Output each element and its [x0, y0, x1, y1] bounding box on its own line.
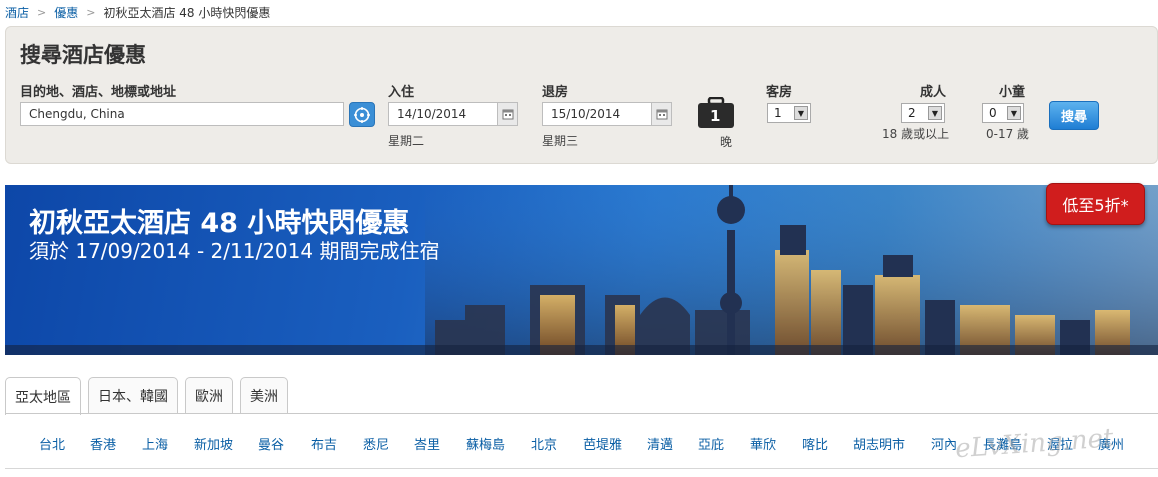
- city-link[interactable]: 喀比: [802, 434, 828, 453]
- tab-japan-korea[interactable]: 日本、韓國: [88, 377, 178, 414]
- children-label: 小童: [999, 85, 1026, 100]
- deal-search-panel: 搜尋酒店優惠 目的地、酒店、地標或地址 Chengdu, China 入住 14…: [5, 26, 1158, 164]
- city-link[interactable]: 台北: [39, 434, 65, 453]
- children-value: 0: [989, 106, 997, 120]
- checkin-label: 入住: [388, 85, 415, 100]
- chevron-down-icon: ▼: [1007, 106, 1021, 120]
- breadcrumb-deals-link[interactable]: 優惠: [54, 4, 78, 21]
- chevron-down-icon: ▼: [928, 106, 942, 120]
- nights-count: 1: [710, 107, 721, 125]
- checkin-weekday: 星期二: [388, 134, 425, 148]
- breadcrumb-separator: >: [37, 5, 47, 19]
- rooms-value: 1: [774, 106, 782, 120]
- search-panel-title: 搜尋酒店優惠: [20, 43, 146, 67]
- children-select[interactable]: 0 ▼: [982, 103, 1024, 123]
- calendar-icon: [656, 109, 667, 120]
- divider: [5, 468, 1158, 469]
- adults-age-note: 18 歲或以上: [882, 127, 950, 141]
- calendar-icon: [502, 109, 513, 120]
- rooms-select[interactable]: 1 ▼: [767, 103, 811, 123]
- nights-label: 晚: [720, 135, 733, 149]
- checkin-date-input[interactable]: 14/10/2014: [388, 102, 498, 126]
- watermark-text: eLvXing.net: [954, 423, 1115, 464]
- breadcrumb: 酒店 > 優惠 > 初秋亞太酒店 48 小時快閃優惠: [5, 3, 270, 21]
- city-link[interactable]: 胡志明市: [853, 434, 905, 453]
- checkout-label: 退房: [542, 85, 569, 100]
- destination-input[interactable]: Chengdu, China: [20, 102, 344, 126]
- rooms-label: 客房: [766, 85, 793, 100]
- discount-badge: 低至5折*: [1046, 183, 1145, 225]
- city-link[interactable]: 峇里: [414, 434, 440, 453]
- city-link[interactable]: 曼谷: [258, 434, 284, 453]
- adults-value: 2: [908, 106, 916, 120]
- promo-banner[interactable]: 初秋亞太酒店 48 小時快閃優惠 須於 17/09/2014 - 2/11/20…: [5, 185, 1158, 355]
- tab-europe[interactable]: 歐洲: [185, 377, 233, 414]
- city-link[interactable]: 香港: [90, 434, 116, 453]
- checkout-date-input[interactable]: 15/10/2014: [542, 102, 652, 126]
- destination-label: 目的地、酒店、地標或地址: [20, 85, 177, 100]
- city-link[interactable]: 亞庇: [698, 434, 724, 453]
- chevron-down-icon: ▼: [794, 106, 808, 120]
- city-link[interactable]: 上海: [142, 434, 168, 453]
- city-link[interactable]: 華欣: [750, 434, 776, 453]
- checkout-calendar-button[interactable]: [652, 102, 672, 126]
- breadcrumb-current: 初秋亞太酒店 48 小時快閃優惠: [103, 5, 271, 20]
- watermark: eLvXing.net: [954, 423, 1115, 464]
- city-link[interactable]: 蘇梅島: [466, 434, 505, 453]
- city-link[interactable]: 新加坡: [194, 434, 233, 453]
- city-link[interactable]: 北京: [531, 434, 557, 453]
- tab-americas[interactable]: 美洲: [240, 377, 288, 414]
- breadcrumb-separator: >: [86, 5, 96, 19]
- checkout-weekday: 星期三: [542, 134, 579, 148]
- city-link[interactable]: 悉尼: [363, 434, 389, 453]
- adults-label: 成人: [920, 85, 947, 100]
- compass-icon: [354, 106, 370, 123]
- region-tabs: 亞太地區 日本、韓國 歐洲 美洲: [5, 377, 288, 415]
- city-link[interactable]: 清邁: [647, 434, 673, 453]
- search-button[interactable]: 搜尋: [1049, 101, 1099, 130]
- breadcrumb-hotels-link[interactable]: 酒店: [5, 4, 29, 21]
- adults-select[interactable]: 2 ▼: [901, 103, 945, 123]
- city-link[interactable]: 布吉: [311, 434, 337, 453]
- locate-button[interactable]: [349, 102, 375, 127]
- city-link[interactable]: 芭堤雅: [583, 434, 622, 453]
- children-age-note: 0-17 歲: [986, 127, 1030, 141]
- checkin-calendar-button[interactable]: [498, 102, 518, 126]
- banner-subtitle: 須於 17/09/2014 - 2/11/2014 期間完成住宿: [29, 239, 440, 263]
- tab-asia-pacific[interactable]: 亞太地區: [5, 377, 81, 415]
